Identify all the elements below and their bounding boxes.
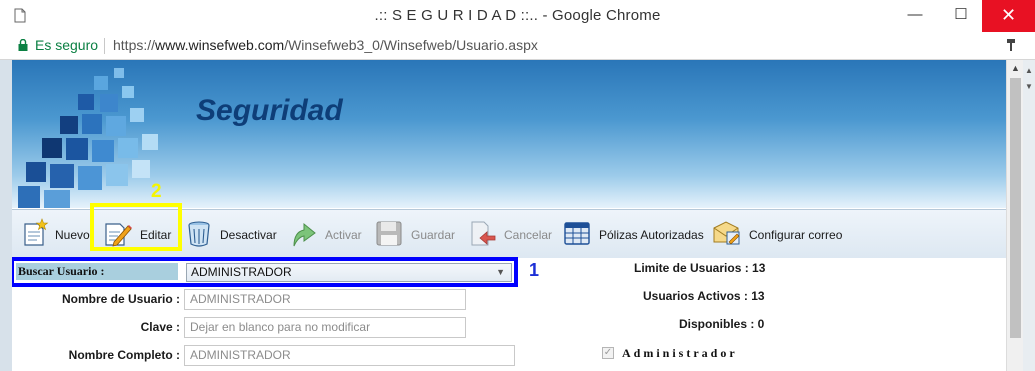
- address-bar[interactable]: Es seguro https://www.winsefweb.com/Wins…: [0, 32, 1035, 60]
- annotation-marker-2: 2: [151, 181, 162, 202]
- nombre-completo-input[interactable]: ADMINISTRADOR: [184, 345, 515, 366]
- guardar-label: Guardar: [411, 228, 456, 242]
- clave-input[interactable]: Dejar en blanco para no modificar: [184, 317, 466, 338]
- limite-usuarios-text: Limite de Usuarios : 13: [634, 261, 766, 275]
- url-path: /Winsefweb3_0/Winsefweb/Usuario.aspx: [284, 37, 538, 53]
- activar-label: Activar: [325, 228, 362, 242]
- right-edge-arrow-down-icon: ▼: [1025, 82, 1033, 91]
- url-host: www.winsefweb.com: [155, 37, 285, 53]
- guardar-button[interactable]: Guardar: [374, 210, 458, 258]
- page-viewport: Seguridad Nuevo Editar Desactivar Activa…: [12, 60, 1006, 371]
- nombre-usuario-label: Nombre de Usuario :: [61, 292, 180, 306]
- disponibles-text: Disponibles : 0: [679, 317, 765, 331]
- polizas-autorizadas-button[interactable]: Pólizas Autorizadas: [562, 210, 704, 258]
- annotation-marker-1: 1: [529, 260, 540, 280]
- clave-label: Clave :: [140, 320, 180, 334]
- url-text[interactable]: https://www.winsefweb.com/Winsefweb3_0/W…: [113, 37, 538, 53]
- nombre-completo-label: Nombre Completo :: [68, 348, 180, 362]
- maximize-button[interactable]: ☐: [938, 0, 984, 32]
- minimize-button[interactable]: —: [892, 0, 938, 32]
- usuarios-activos-text: Usuarios Activos : 13: [643, 289, 765, 303]
- right-window-edge: ▲ ▼: [1023, 60, 1035, 371]
- window-titlebar: .:: S E G U R I D A D ::.. - Google Chro…: [0, 0, 1035, 33]
- polizas-label: Pólizas Autorizadas: [599, 228, 704, 242]
- url-scheme: https://: [113, 37, 156, 53]
- nuevo-label: Nuevo: [55, 228, 90, 242]
- nuevo-button[interactable]: Nuevo: [18, 210, 90, 258]
- annotation-highlight-editar: [90, 203, 182, 251]
- cancelar-label: Cancelar: [504, 228, 553, 242]
- right-edge-arrow-up-icon: ▲: [1025, 66, 1033, 75]
- annotation-highlight-buscar: [12, 257, 518, 287]
- left-window-edge: [0, 60, 12, 371]
- cancelar-button[interactable]: Cancelar: [468, 210, 556, 258]
- desactivar-button[interactable]: Desactivar: [184, 210, 280, 258]
- scroll-thumb[interactable]: [1010, 78, 1021, 338]
- key-icon[interactable]: [1006, 38, 1016, 52]
- trash-bin-icon: [188, 221, 210, 247]
- new-document-icon: [24, 218, 49, 246]
- vertical-scrollbar[interactable]: ▲: [1006, 60, 1024, 371]
- nombre-usuario-input[interactable]: ADMINISTRADOR: [184, 289, 466, 310]
- desactivar-label: Desactivar: [220, 228, 277, 242]
- window-title: .:: S E G U R I D A D ::.. - Google Chro…: [374, 7, 661, 24]
- activate-arrow-icon: [293, 222, 316, 247]
- mail-config-icon: [713, 221, 740, 245]
- administrador-label: Administrador: [622, 346, 738, 360]
- administrador-checkbox[interactable]: ✓: [602, 347, 614, 359]
- scroll-up-arrow-icon[interactable]: ▲: [1007, 60, 1024, 77]
- secure-label[interactable]: Es seguro: [35, 37, 98, 53]
- address-separator: [104, 38, 105, 54]
- page-title: Seguridad: [196, 94, 343, 127]
- lock-icon: [18, 39, 28, 51]
- close-button[interactable]: ✕: [982, 0, 1035, 32]
- user-form: Buscar Usuario : ADMINISTRADOR ▼ 1 Nombr…: [12, 257, 1006, 371]
- configurar-correo-label: Configurar correo: [749, 228, 843, 242]
- cancel-undo-icon: [471, 221, 496, 246]
- configurar-correo-button[interactable]: Configurar correo: [712, 210, 852, 258]
- policies-table-icon: [564, 222, 590, 245]
- activar-button[interactable]: Activar: [288, 210, 366, 258]
- save-disk-icon: [376, 221, 402, 246]
